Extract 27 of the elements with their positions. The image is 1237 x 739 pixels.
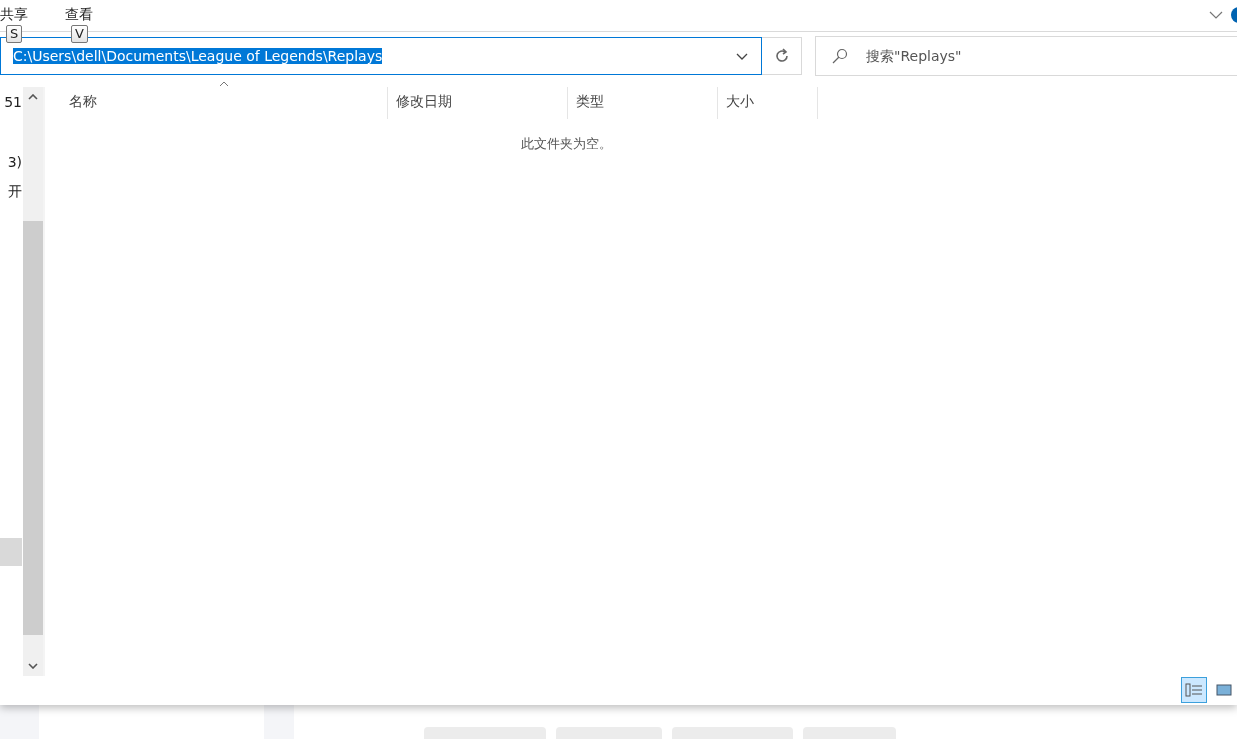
address-field[interactable]: C:\Users\dell\Documents\League of Legends\Replays	[0, 37, 762, 76]
view-button[interactable]	[1181, 677, 1207, 704]
ribbon-tab[interactable]: 查看	[65, 6, 93, 24]
column-header[interactable]: 大小	[718, 86, 818, 119]
chevron-down-icon[interactable]	[28, 662, 38, 669]
nav-item[interactable]: 开	[0, 181, 22, 202]
column-header[interactable]: 名称	[45, 86, 388, 119]
nav-item[interactable]: 51	[0, 91, 22, 112]
key-tip: V	[71, 25, 88, 43]
search-icon	[832, 48, 848, 65]
scrollbar[interactable]	[23, 86, 43, 676]
ribbon-tab[interactable]: 共享	[0, 6, 28, 24]
key-tip: S	[6, 25, 23, 43]
help-icon[interactable]	[1231, 7, 1237, 23]
address-path: C:\Users\dell\Documents\League of Legends\Replays	[13, 48, 383, 65]
refresh-icon	[773, 48, 790, 65]
empty-folder-message: 此文件夹为空。	[520, 134, 612, 153]
chevron-up-icon[interactable]	[28, 93, 38, 100]
search-field[interactable]: 搜索"Replays"	[815, 36, 1237, 77]
column-header[interactable]: 修改日期	[388, 86, 568, 119]
column-header[interactable]: 类型	[568, 86, 718, 119]
chevron-down-icon[interactable]	[736, 52, 748, 60]
chevron-down-icon[interactable]	[1209, 11, 1223, 19]
details-view-icon	[1185, 683, 1203, 698]
nav-item[interactable]: 3)	[0, 151, 22, 172]
thumbnails-view-icon	[1216, 684, 1232, 697]
refresh-button[interactable]	[762, 37, 802, 76]
